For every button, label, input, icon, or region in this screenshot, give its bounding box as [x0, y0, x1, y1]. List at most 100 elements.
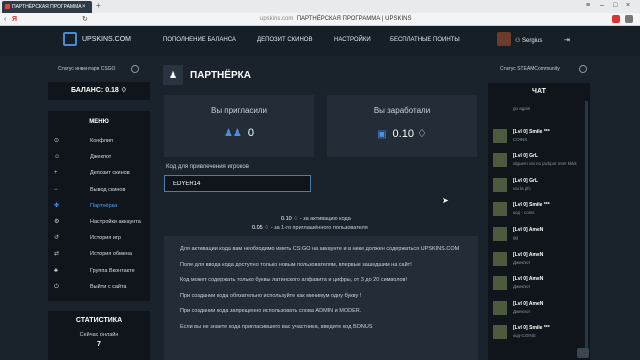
chat-message: go again: [488, 101, 590, 126]
logo-icon[interactable]: [63, 32, 77, 46]
chat-username[interactable]: [Lvl 0] AmeN: [513, 224, 590, 233]
users-icon: ♟♟: [223, 128, 242, 139]
balance-display: БАЛАНС: 0.18 ♢: [48, 82, 150, 100]
menu-item[interactable]: ☺ Джекпот: [48, 149, 150, 165]
chat-text: COINS: [513, 136, 528, 142]
menu-item[interactable]: ↺ История игр: [48, 230, 150, 246]
chat-avatar[interactable]: [493, 325, 507, 340]
chat-text: Джекпот: [513, 259, 531, 265]
menu-item-label: Группа Вконтакте: [90, 267, 135, 274]
info-panel: Для активации кода вам необходимо иметь …: [164, 236, 478, 360]
menu-item-label: История обмена: [90, 251, 132, 258]
nav-settings[interactable]: НАСТРОЙКИ: [334, 37, 371, 43]
invited-value: 0: [247, 127, 255, 139]
chat-avatar[interactable]: [493, 226, 507, 241]
chat-username[interactable]: [Lvl 0] AmeN: [513, 249, 590, 258]
chat-text: gg: [513, 234, 519, 240]
url-field[interactable]: upskins.com ПАРТНЁРСКАЯ ПРОГРАММА | UPSK…: [260, 15, 411, 24]
menu-item-icon: ⏻: [54, 283, 59, 290]
chat-username[interactable]: [Lvl 0] Smile ***: [513, 322, 590, 331]
diamond-icon: ♢: [417, 128, 427, 140]
earned-label: Вы заработали: [373, 106, 431, 115]
menu-item[interactable]: + Депозит скинов: [48, 165, 150, 181]
nav-deposit-balance[interactable]: ПОПОЛНЕНИЕ БАЛАНСА: [163, 37, 236, 43]
money-icon: ▣: [377, 129, 387, 140]
chat-username[interactable]: [513, 101, 590, 104]
back-icon[interactable]: ‹: [4, 15, 6, 24]
info-line: При создании кода обязательно используйт…: [180, 292, 362, 299]
menu-item-icon: ⇄: [54, 251, 60, 258]
chat-avatar[interactable]: [493, 276, 507, 291]
menu-title: МЕНЮ: [89, 119, 109, 125]
online-count: 7: [97, 341, 101, 348]
menu-item[interactable]: ⏻ Выйти с сайта: [48, 279, 150, 295]
referral-code-input[interactable]: [164, 175, 311, 192]
nav-deposit-skins[interactable]: ДЕПОЗИТ СКИНОВ: [257, 37, 312, 43]
chat-username[interactable]: [Lvl 0] AmeN: [513, 273, 590, 282]
reload-icon[interactable]: ↻: [82, 15, 88, 24]
chat-message: [Lvl 0] AmeN Джекпот: [488, 298, 590, 323]
chat-username[interactable]: [Lvl 0] Smile ***: [513, 199, 590, 208]
menu-item[interactable]: − Вывод скинов: [48, 182, 150, 198]
menu-item-icon: ♣: [54, 267, 58, 274]
chat-message: [Lvl 0] Smile *** код - coins: [488, 199, 590, 224]
menu-item-icon: ⊙: [54, 138, 60, 144]
address-bar: ‹ Я ↻ upskins.com ПАРТНЁРСКАЯ ПРОГРАММА …: [0, 13, 640, 26]
chat-avatar[interactable]: [493, 300, 507, 315]
chat-avatar[interactable]: [493, 128, 507, 143]
chat-username[interactable]: [Lvl 0] GrL: [513, 175, 590, 184]
username[interactable]: ⚇ Sergius: [515, 37, 542, 44]
menu-item[interactable]: ⊙ Конфлип: [48, 133, 150, 149]
yandex-icon[interactable]: Я: [12, 15, 17, 24]
mouse-cursor-icon: ➤: [442, 196, 449, 205]
new-tab-icon[interactable]: +: [96, 1, 101, 11]
reward-activation: 0.10 ♢ - за активацию кода: [281, 216, 351, 222]
tab-close-icon[interactable]: ×: [82, 1, 86, 13]
logout-icon[interactable]: ⇥: [564, 36, 570, 44]
info-line: Поле для ввода кода доступно только новы…: [180, 261, 412, 268]
chat-message: [Lvl 0] AmeN gg: [488, 224, 590, 249]
maximize-icon[interactable]: □: [613, 1, 617, 11]
chat-avatar[interactable]: [493, 251, 507, 266]
picture-in-picture-icon[interactable]: [577, 348, 589, 358]
menu-item-label: Выйти с сайта: [90, 283, 127, 290]
chat-avatar[interactable]: [493, 202, 507, 217]
menu-item-label: Вывод скинов: [90, 186, 126, 193]
invited-card: Вы пригласили ♟♟ 0: [164, 95, 314, 157]
check-icon: [579, 65, 587, 73]
chat-text: Джекпот: [513, 308, 531, 314]
menu-item-label: Депозит скинов: [90, 170, 130, 177]
chat-avatar[interactable]: [493, 177, 507, 192]
diamond-icon: ♢: [120, 87, 128, 94]
menu-item-label: Партнёрка: [90, 202, 118, 209]
menu-item-icon: ☺: [54, 154, 61, 161]
avatar[interactable]: [497, 32, 511, 46]
info-line: Код может содержать только буквы латинск…: [180, 277, 408, 283]
extension-icon[interactable]: [612, 15, 620, 23]
browser-tab[interactable]: ПАРТНЁРСКАЯ ПРОГРАММА ×: [2, 1, 92, 13]
user-icon: ♟: [163, 65, 183, 85]
chat-scrollbar[interactable]: [585, 101, 588, 351]
menu-item-label: Конфлип: [90, 138, 113, 144]
nav-free-points[interactable]: БЕСПЛАТНЫЕ ПОИНТЫ: [390, 37, 460, 43]
logo-text[interactable]: UPSKINS.COM: [82, 36, 131, 43]
chat-avatar[interactable]: [493, 153, 507, 168]
page-header: ♟ ПАРТНЁРКА: [163, 65, 478, 87]
menu-item[interactable]: ♣ Группа Вконтакте: [48, 263, 150, 279]
chat-text: код-COINS: [513, 333, 536, 339]
download-icon[interactable]: [625, 15, 633, 23]
menu-item[interactable]: ⚙ Настройки аккаунта: [48, 214, 150, 230]
menu-item[interactable]: ✤ Партнёрка: [48, 198, 150, 214]
earned-card: Вы заработали ▣ 0.10 ♢: [327, 95, 477, 157]
online-label: Сейчас онлайн: [79, 332, 119, 338]
menu-item[interactable]: ⇄ История обмена: [48, 246, 150, 262]
menu-icon[interactable]: ≡: [586, 1, 590, 11]
chat-username[interactable]: [Lvl 0] Smile ***: [513, 126, 590, 135]
chat-username[interactable]: [Lvl 0] GrL: [513, 150, 590, 159]
chat-text: Джекпот: [513, 284, 531, 290]
code-label: Код для привлечения игроков: [166, 164, 249, 170]
minimize-icon[interactable]: –: [600, 1, 604, 11]
chat-username[interactable]: [Lvl 0] AmeN: [513, 298, 590, 307]
close-window-icon[interactable]: ×: [626, 1, 630, 11]
browser-tabbar: ПАРТНЁРСКАЯ ПРОГРАММА × + ≡ – □ ×: [0, 0, 640, 13]
